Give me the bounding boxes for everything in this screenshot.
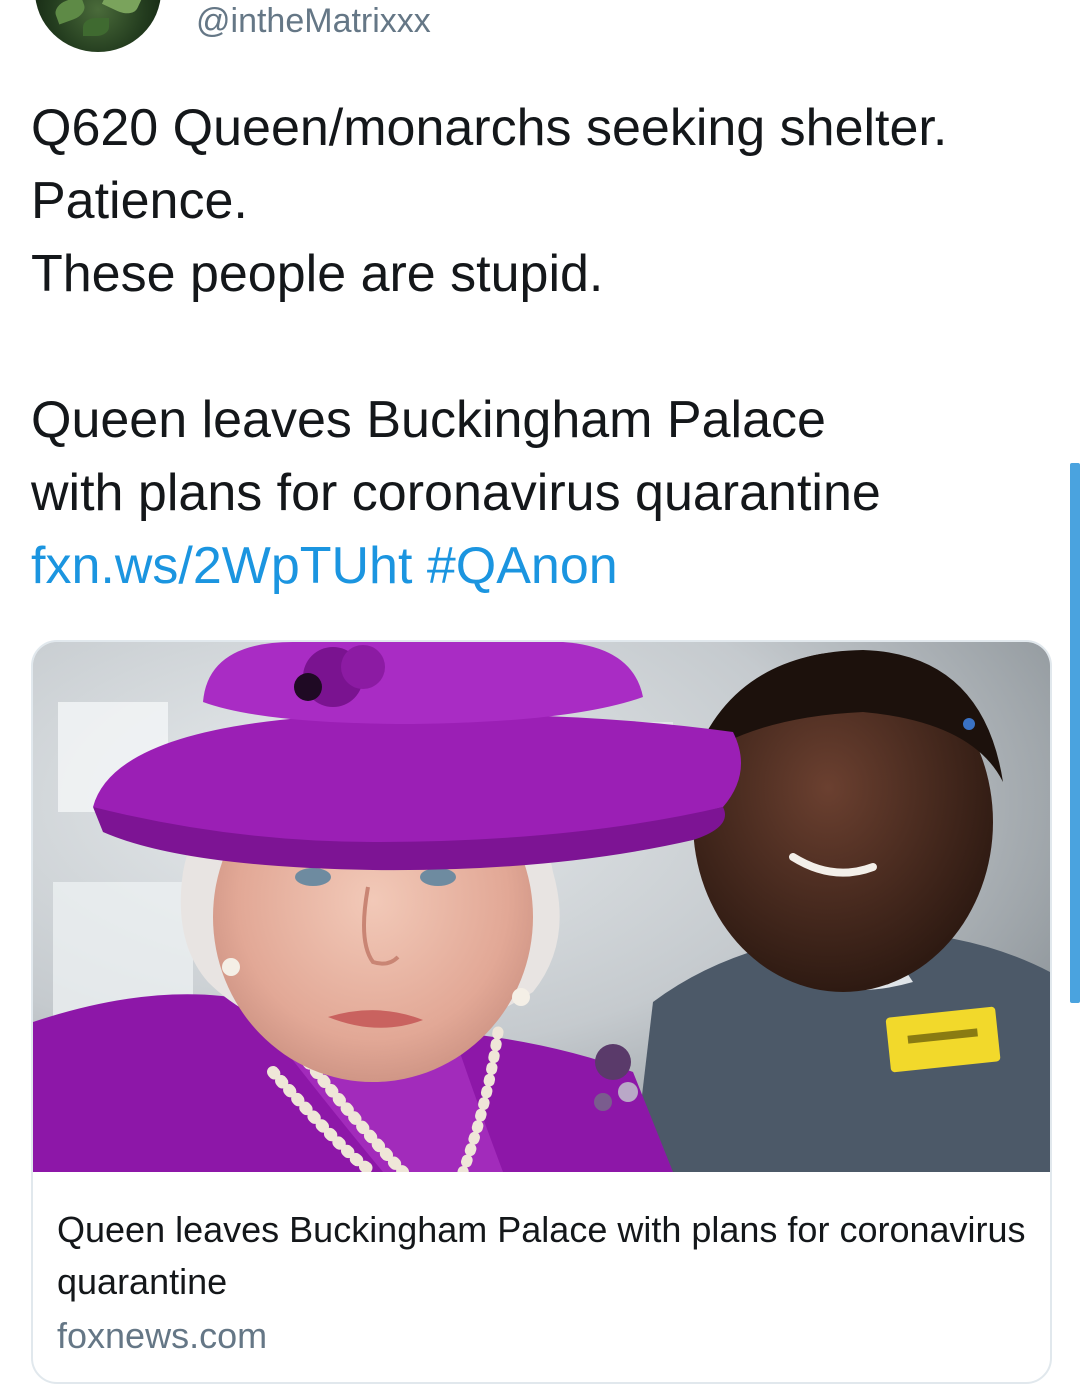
card-domain: foxnews.com — [57, 1315, 268, 1356]
tweet-links-line: fxn.ws/2WpTUht #QAnon — [31, 530, 1061, 603]
avatar-leaf-decor — [101, 0, 143, 19]
tweet-line: Q620 Queen/monarchs seeking shelter. — [31, 99, 948, 157]
tweet-headline-line: Queen leaves Buckingham Palace — [31, 391, 826, 449]
card-image[interactable] — [33, 642, 1050, 1172]
card-title[interactable]: Queen leaves Buckingham Palace with plan… — [57, 1204, 1026, 1308]
avatar-leaf-decor — [83, 18, 109, 36]
link-preview-card[interactable]: Queen leaves Buckingham Palace with plan… — [31, 640, 1052, 1384]
avatar[interactable] — [35, 0, 161, 52]
scrollbar[interactable] — [1070, 463, 1080, 1003]
news-photo-icon — [33, 642, 1050, 1172]
tweet-spacer — [31, 311, 1061, 384]
tweet-line: Patience. — [31, 172, 248, 230]
tweet-headline-line: with plans for coronavirus quarantine — [31, 464, 881, 522]
shortened-link[interactable]: fxn.ws/2WpTUht — [31, 537, 412, 595]
card-body: Queen leaves Buckingham Palace with plan… — [33, 1174, 1050, 1362]
tweet-text: Q620 Queen/monarchs seeking shelter. Pat… — [31, 92, 1061, 603]
hashtag-link[interactable]: #QAnon — [427, 537, 618, 595]
avatar-leaf-decor — [52, 0, 88, 25]
user-handle[interactable]: @intheMatrixxx — [196, 1, 431, 41]
tweet-line: These people are stupid. — [31, 245, 604, 303]
